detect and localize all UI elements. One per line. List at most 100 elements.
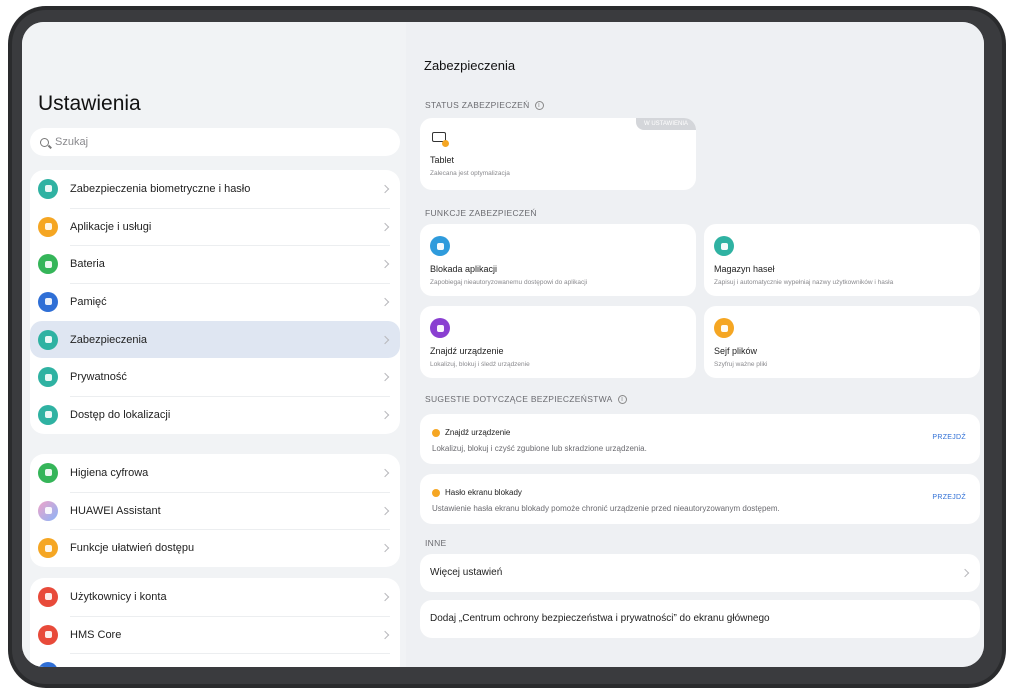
feature-subtitle: Zapobiegaj nieautoryzowanemu dostępowi d…: [430, 279, 588, 286]
section-status: STATUS ZABEZPIECZEŃ i: [425, 100, 544, 110]
settings-group-2: Higiena cyfrowa HUAWEI Assistant Funkcje…: [30, 454, 400, 568]
app-lock-icon: [430, 236, 450, 256]
sidebar-item-label: Prywatność: [70, 371, 127, 384]
accessibility-icon: [38, 538, 58, 559]
status-card-tablet[interactable]: W USTAWIENIA Tablet Zalecana jest optyma…: [420, 118, 696, 190]
settings-sidebar: Ustawienia Szukaj Zabezpieczenia biometr…: [22, 22, 406, 667]
sidebar-item-partial[interactable]: [30, 653, 400, 667]
suggestion-find-device: Znajdź urządzenie Lokalizuj, blokuj i cz…: [420, 414, 980, 464]
sidebar-item-biometrics[interactable]: Zabezpieczenia biometryczne i hasło: [30, 170, 400, 208]
hourglass-icon: [38, 462, 58, 483]
suggestion-title-text: Hasło ekranu blokady: [445, 488, 522, 497]
search-input[interactable]: Szukaj: [30, 128, 400, 156]
section-other: INNE: [425, 538, 447, 548]
feature-file-safe[interactable]: Sejf plików Szyfruj ważne pliki: [704, 306, 980, 378]
chevron-right-icon: [380, 184, 390, 194]
more-settings-row[interactable]: Więcej ustawień: [420, 554, 980, 592]
sidebar-item-label: Funkcje ułatwień dostępu: [70, 542, 195, 555]
feature-app-lock[interactable]: Blokada aplikacji Zapobiegaj nieautoryzo…: [420, 224, 696, 296]
screen: Ustawienia Szukaj Zabezpieczenia biometr…: [22, 22, 984, 667]
sidebar-item-label: Dostęp do lokalizacji: [70, 408, 171, 421]
sidebar-item-battery[interactable]: Bateria: [30, 245, 400, 283]
info-icon[interactable]: i: [617, 394, 627, 404]
chevron-right-icon: [380, 297, 390, 307]
add-shortcut-label: Dodaj „Centrum ochrony bezpieczeństwa i …: [430, 613, 770, 624]
sidebar-item-label: Higiena cyfrowa: [70, 466, 149, 479]
hms-icon: [38, 624, 58, 645]
chevron-right-icon: [380, 592, 390, 602]
feature-title: Magazyn haseł: [714, 264, 775, 274]
sidebar-item-label: HUAWEI Assistant: [70, 504, 161, 517]
section-suggestions-label: SUGESTIE DOTYCZĄCE BEZPIECZEŃSTWA: [425, 394, 613, 404]
feature-title: Blokada aplikacji: [430, 264, 498, 274]
feature-title: Sejf plików: [714, 346, 758, 356]
feature-title: Znajdź urządzenie: [430, 346, 504, 356]
suggestion-lock-password: Hasło ekranu blokady Ustawienie hasła ek…: [420, 474, 980, 524]
key-icon: [38, 178, 58, 199]
assistant-icon: [38, 500, 58, 521]
file-safe-icon: [714, 318, 734, 338]
chevron-right-icon: [380, 506, 390, 515]
sidebar-item-users[interactable]: Użytkownicy i konta: [30, 578, 400, 616]
settings-group-3: Użytkownicy i konta HMS Core: [30, 578, 400, 667]
status-badge: W USTAWIENIA: [636, 118, 696, 130]
warning-dot-icon: [442, 140, 449, 147]
section-features-label: FUNKCJE ZABEZPIECZEŃ: [425, 208, 537, 218]
find-device-icon: [430, 318, 450, 338]
sidebar-item-label: Zabezpieczenia biometryczne i hasło: [70, 182, 251, 195]
add-shortcut-row[interactable]: Dodaj „Centrum ochrony bezpieczeństwa i …: [420, 600, 980, 638]
shield-icon: [38, 329, 58, 350]
chevron-right-icon: [380, 468, 390, 478]
user-icon: [38, 586, 58, 607]
section-other-label: INNE: [425, 538, 447, 548]
warning-icon: [432, 488, 440, 497]
system-icon: [38, 662, 58, 667]
sidebar-item-security[interactable]: Zabezpieczenia: [30, 320, 400, 359]
feature-subtitle: Lokalizuj, blokuj i śledź urządzenie: [430, 361, 530, 368]
sidebar-item-label: Aplikacje i usługi: [70, 220, 152, 233]
sidebar-item-hms-core[interactable]: HMS Core: [30, 615, 400, 654]
sidebar-item-accessibility[interactable]: Funkcje ułatwień dostępu: [30, 529, 400, 567]
battery-icon: [38, 254, 58, 275]
go-button[interactable]: PRZEJDŹ: [932, 434, 966, 441]
chevron-right-icon: [380, 543, 390, 553]
feature-password-vault[interactable]: Magazyn haseł Zapisuj i automatycznie wy…: [704, 224, 980, 296]
apps-icon: [38, 216, 58, 237]
app-title: Ustawienia: [38, 92, 141, 115]
chevron-right-icon: [380, 373, 390, 382]
status-card-subtitle: Zalecana jest optymalizacja: [430, 170, 510, 177]
sidebar-item-digital-wellbeing[interactable]: Higiena cyfrowa: [30, 454, 400, 492]
section-suggestions: SUGESTIE DOTYCZĄCE BEZPIECZEŃSTWA i: [425, 394, 627, 404]
sidebar-item-apps[interactable]: Aplikacje i usługi: [30, 207, 400, 246]
sidebar-item-label: HMS Core: [70, 628, 122, 641]
settings-group-1: Zabezpieczenia biometryczne i hasło Apli…: [30, 170, 400, 434]
sidebar-item-label: Pamięć: [70, 295, 107, 308]
chevron-right-icon: [380, 630, 390, 639]
feature-subtitle: Zapisuj i automatycznie wypełniaj nazwy …: [714, 279, 894, 286]
page-title: Zabezpieczenia: [424, 58, 516, 73]
feature-find-device[interactable]: Znajdź urządzenie Lokalizuj, blokuj i śl…: [420, 306, 696, 378]
info-icon[interactable]: i: [534, 100, 544, 110]
chevron-right-icon: [380, 259, 390, 269]
search-icon: [40, 137, 49, 147]
chevron-right-icon: [380, 410, 390, 420]
suggestion-title-text: Znajdź urządzenie: [445, 428, 511, 437]
chevron-right-icon: [380, 335, 390, 344]
feature-subtitle: Szyfruj ważne pliki: [714, 361, 768, 368]
search-placeholder: Szukaj: [55, 136, 89, 148]
section-status-label: STATUS ZABEZPIECZEŃ: [425, 100, 530, 110]
sidebar-item-label: Zabezpieczenia: [70, 333, 148, 346]
location-icon: [38, 404, 58, 425]
more-settings-label: Więcej ustawień: [430, 567, 503, 578]
suggestion-title: Znajdź urządzenie: [432, 428, 510, 437]
sidebar-item-privacy[interactable]: Prywatność: [30, 358, 400, 396]
sidebar-item-label: Bateria: [70, 258, 105, 271]
warning-icon: [432, 428, 440, 437]
go-button[interactable]: PRZEJDŹ: [932, 494, 966, 501]
suggestion-desc: Ustawienie hasła ekranu blokady pomoże c…: [432, 504, 780, 513]
sidebar-item-location[interactable]: Dostęp do lokalizacji: [30, 396, 400, 434]
sidebar-item-storage[interactable]: Pamięć: [30, 283, 400, 321]
chevron-right-icon: [960, 568, 970, 578]
sidebar-item-huawei-assistant[interactable]: HUAWEI Assistant: [30, 491, 400, 530]
password-vault-icon: [714, 236, 734, 256]
